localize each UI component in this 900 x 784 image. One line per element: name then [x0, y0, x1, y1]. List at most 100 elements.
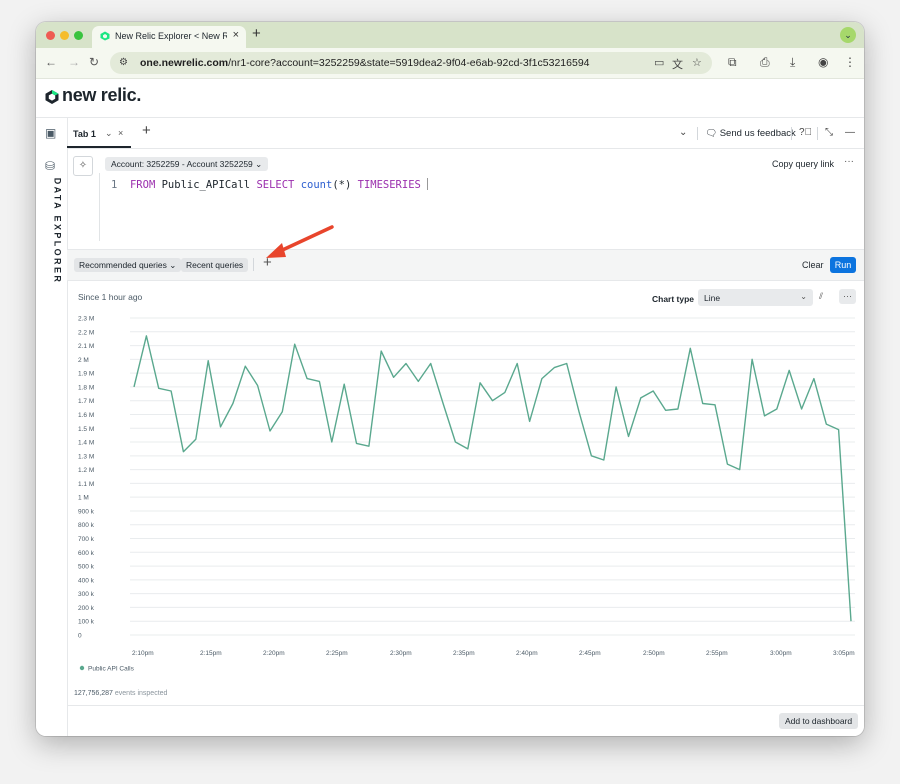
minimize-window-button[interactable]: [60, 31, 69, 40]
close-window-button[interactable]: [46, 31, 55, 40]
y-tick-label: 2.3 M: [78, 316, 94, 323]
x-tick-label: 2:35pm: [453, 650, 475, 657]
keyword-timeseries: TIMESERIES: [357, 179, 421, 191]
y-tick-label: 2 M: [78, 357, 89, 364]
close-icon[interactable]: ×: [118, 128, 123, 138]
chevron-down-icon[interactable]: ⌄: [105, 128, 113, 139]
add-to-dashboard-button[interactable]: Add to dashboard: [779, 713, 859, 729]
data-explorer-rail-label[interactable]: DATA EXPLORER: [42, 177, 63, 290]
y-tick-label: 700 k: [78, 536, 95, 543]
y-tick-label: 1.6 M: [78, 412, 94, 419]
ai-sparkle-icon[interactable]: ✧: [73, 156, 93, 176]
y-tick-label: 800 k: [78, 522, 95, 529]
y-tick-label: 400 k: [78, 577, 95, 584]
extensions-icon[interactable]: ⧉: [728, 55, 737, 70]
divider: [67, 705, 864, 706]
terminal-icon[interactable]: ▣: [45, 126, 56, 140]
address-bar[interactable]: ⚙ one.newrelic.com/nr1-core?account=3252…: [110, 52, 712, 74]
query-editor[interactable]: ✧ Account: 3252259 - Account 3252259 ⌄ 1…: [67, 149, 864, 250]
back-icon[interactable]: ←: [45, 55, 57, 69]
legend-swatch: [79, 665, 85, 671]
page-content: new relic. ▣ ⛁ DATA EXPLORER Tab 1 ⌄ × +…: [36, 79, 864, 736]
active-tab-indicator: [67, 146, 131, 148]
translate-icon[interactable]: 文: [672, 56, 683, 72]
more-options-icon[interactable]: ···: [844, 156, 854, 167]
reload-icon[interactable]: ↻: [89, 55, 99, 69]
help-icon[interactable]: ?⃝: [799, 127, 812, 138]
tab-close-icon[interactable]: ×: [233, 29, 239, 41]
y-tick-label: 2.2 M: [78, 329, 94, 336]
account-icon[interactable]: ◉: [818, 55, 828, 69]
chart-panel: Since 1 hour ago Chart type Line ⌄ ⫽ ···…: [67, 281, 864, 736]
y-tick-label: 2.1 M: [78, 343, 94, 350]
recommended-queries-button[interactable]: Recommended queries ⌄: [74, 258, 182, 272]
copy-query-link-button[interactable]: Copy query link: [772, 159, 834, 169]
zoom-window-button[interactable]: [74, 31, 83, 40]
function-args: (*): [332, 179, 352, 191]
run-button[interactable]: Run: [830, 257, 856, 273]
query-tabs-row: Tab 1 ⌄ × + ⌄ 🗨 Send us feedback ?⃝ ⤡ —: [67, 118, 864, 149]
y-tick-label: 1.3 M: [78, 453, 94, 460]
annotation-arrow-icon: [266, 225, 334, 258]
recent-queries-button[interactable]: Recent queries: [181, 258, 249, 272]
x-tick-label: 2:45pm: [579, 650, 601, 657]
y-tick-label: 1.9 M: [78, 371, 94, 378]
new-relic-favicon-icon: [100, 31, 110, 41]
download-icon[interactable]: ⤓: [790, 55, 795, 70]
x-tick-label: 2:55pm: [706, 650, 728, 657]
y-tick-label: 0: [78, 633, 82, 640]
print-icon[interactable]: ⎙: [760, 55, 770, 70]
browser-window: New Relic Explorer < New Rel × + ⌄ ← → ↻…: [36, 22, 864, 736]
y-tick-label: 100 k: [78, 619, 95, 626]
x-tick-label: 2:50pm: [643, 650, 665, 657]
events-inspected-label: 127,756,287 events inspected: [74, 690, 167, 697]
x-tick-label: 2:10pm: [132, 650, 154, 657]
tab-search-button[interactable]: ⌄: [840, 27, 856, 43]
y-tick-label: 300 k: [78, 591, 95, 598]
collapse-chevron-icon[interactable]: ⌄: [679, 127, 687, 138]
event-type: Public_APICall: [161, 179, 251, 191]
x-tick-label: 2:40pm: [516, 650, 538, 657]
browser-toolbar: ← → ↻ ⚙ one.newrelic.com/nr1-core?accoun…: [36, 48, 864, 79]
brand-wordmark: new relic.: [62, 85, 142, 105]
x-tick-label: 3:00pm: [770, 650, 792, 657]
brand-header: new relic.: [36, 79, 864, 118]
left-rail: ▣ ⛁ DATA EXPLORER: [36, 118, 68, 736]
rail-label-text: DATA EXPLORER: [52, 177, 63, 285]
keyword-select: SELECT: [256, 179, 295, 191]
line-number: 1: [111, 179, 118, 191]
y-tick-label: 1.1 M: [78, 481, 94, 488]
database-icon[interactable]: ⛁: [45, 159, 55, 173]
query-action-bar: Recommended queries ⌄ Recent queries + C…: [67, 250, 864, 281]
function-count: count: [300, 179, 333, 191]
y-tick-label: 1.5 M: [78, 426, 94, 433]
send-feedback-button[interactable]: 🗨 Send us feedback: [705, 128, 796, 139]
y-tick-label: 1.8 M: [78, 384, 94, 391]
editor-gutter: [99, 173, 100, 241]
cast-icon[interactable]: ▭: [654, 56, 664, 69]
browser-tab-active[interactable]: New Relic Explorer < New Rel ×: [92, 26, 246, 48]
keyword-from: FROM: [129, 179, 156, 191]
minimize-arrows-icon[interactable]: ⤡: [825, 127, 833, 138]
y-tick-label: 1.7 M: [78, 398, 94, 405]
y-tick-label: 1.4 M: [78, 440, 94, 447]
events-inspected-suffix: events inspected: [114, 690, 168, 697]
new-tab-button[interactable]: +: [252, 25, 261, 42]
collapse-panel-icon[interactable]: —: [845, 127, 855, 138]
events-inspected-count: 127,756,287: [74, 690, 113, 697]
divider: [791, 127, 792, 140]
clear-button[interactable]: Clear: [802, 260, 824, 270]
account-selector[interactable]: Account: 3252259 - Account 3252259 ⌄: [105, 157, 269, 171]
add-tab-button[interactable]: +: [142, 122, 151, 139]
divider: [817, 127, 818, 140]
tab-query-1[interactable]: Tab 1: [73, 129, 96, 139]
menu-icon[interactable]: ⋮: [844, 55, 856, 69]
bookmark-star-icon[interactable]: ☆: [692, 56, 702, 69]
forward-icon[interactable]: →: [68, 55, 80, 69]
x-tick-label: 2:15pm: [200, 650, 222, 657]
site-info-icon[interactable]: ⚙: [119, 57, 128, 68]
y-tick-label: 900 k: [78, 508, 95, 515]
x-tick-label: 2:25pm: [326, 650, 348, 657]
x-tick-label: 2:20pm: [263, 650, 285, 657]
query-code-line[interactable]: 1 FROM Public_APICall SELECT count(*) TI…: [111, 178, 428, 191]
